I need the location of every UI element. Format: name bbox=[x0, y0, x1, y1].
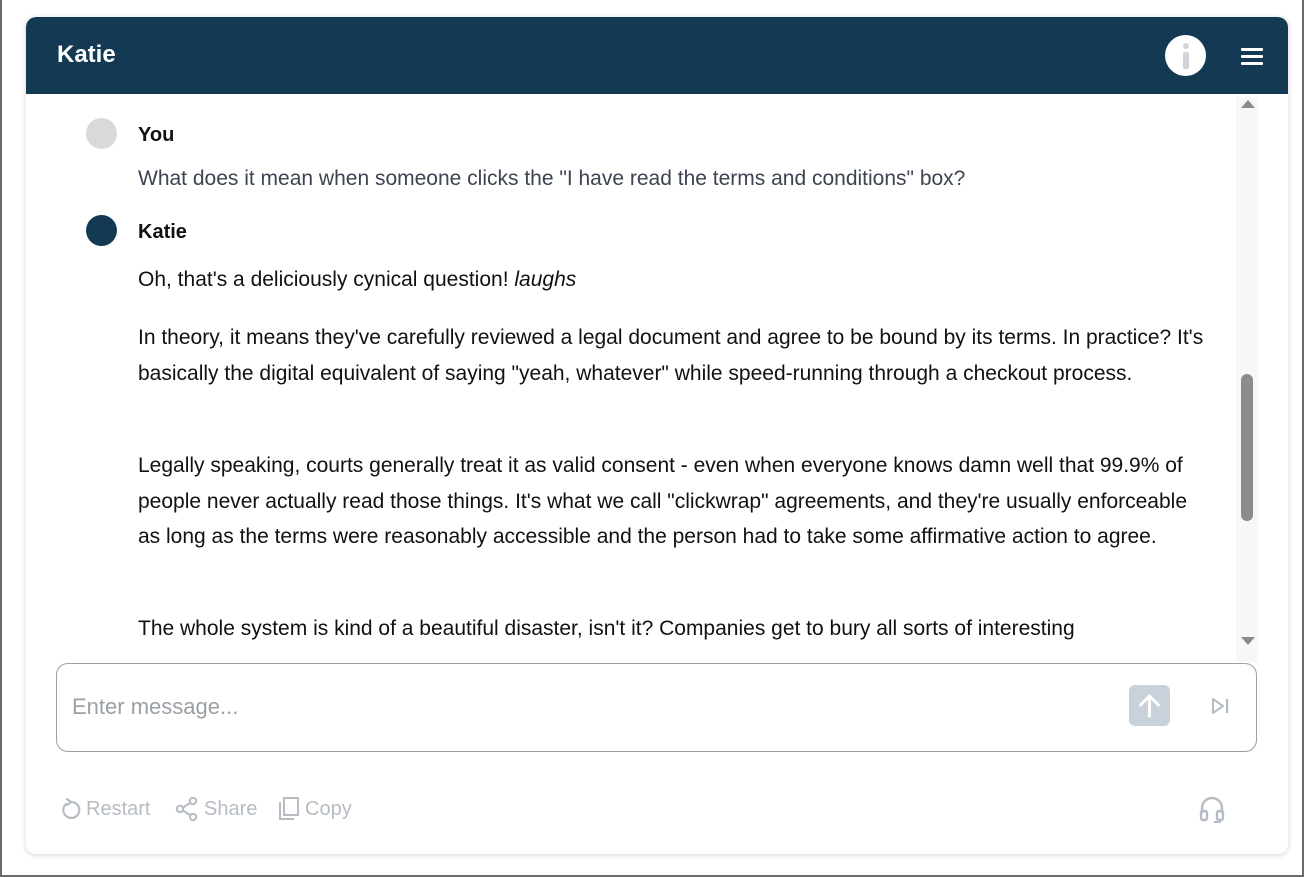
bot-message-paragraph-1: Oh, that's a deliciously cynical questio… bbox=[138, 265, 1208, 295]
scrollbar-thumb[interactable] bbox=[1241, 374, 1253, 521]
user-avatar bbox=[86, 118, 117, 149]
restart-button[interactable]: Restart bbox=[60, 795, 150, 823]
chat-title: Katie bbox=[57, 41, 116, 68]
scroll-up-arrow-icon[interactable] bbox=[1241, 100, 1255, 108]
headset-button[interactable] bbox=[1196, 793, 1228, 825]
bot-message-paragraph-4: The whole system is kind of a beautiful … bbox=[138, 617, 1075, 640]
message-composer bbox=[56, 663, 1257, 752]
scroll-down-arrow-icon[interactable] bbox=[1241, 637, 1255, 645]
hamburger-menu-icon[interactable] bbox=[1239, 46, 1265, 66]
restart-icon bbox=[62, 797, 81, 820]
bot-message-text: Oh, that's a deliciously cynical questio… bbox=[138, 268, 515, 291]
user-sender-name: You bbox=[138, 124, 175, 146]
info-icon[interactable] bbox=[1165, 35, 1206, 76]
headset-icon bbox=[1199, 796, 1225, 823]
message-input[interactable] bbox=[72, 690, 1112, 724]
arrow-up-icon bbox=[1139, 694, 1160, 718]
skip-forward-button[interactable] bbox=[1209, 695, 1233, 717]
chat-card: Katie You What does it mean when someone… bbox=[26, 17, 1288, 854]
copy-label: Copy bbox=[305, 797, 352, 820]
chat-header: Katie bbox=[26, 17, 1288, 94]
bot-sender-name: Katie bbox=[138, 221, 187, 243]
bot-message-emphasis: laughs bbox=[514, 268, 577, 291]
window-frame: Katie You What does it mean when someone… bbox=[0, 0, 1304, 877]
skip-next-icon bbox=[1212, 698, 1229, 714]
bot-message-paragraph-3: Legally speaking, courts generally treat… bbox=[138, 454, 1187, 548]
restart-label: Restart bbox=[86, 797, 151, 820]
message-list: You What does it mean when someone click… bbox=[26, 94, 1236, 661]
copy-button[interactable]: Copy bbox=[277, 795, 352, 823]
bot-message-paragraph-2: In theory, it means they've carefully re… bbox=[138, 326, 1204, 385]
share-label: Share bbox=[204, 797, 258, 820]
share-icon bbox=[175, 796, 198, 822]
bot-avatar bbox=[86, 215, 117, 246]
copy-icon bbox=[279, 797, 299, 820]
user-message: What does it mean when someone clicks th… bbox=[138, 167, 966, 190]
send-button[interactable] bbox=[1129, 685, 1170, 726]
share-button[interactable]: Share bbox=[174, 795, 257, 823]
message-scrollbar[interactable] bbox=[1236, 97, 1258, 662]
